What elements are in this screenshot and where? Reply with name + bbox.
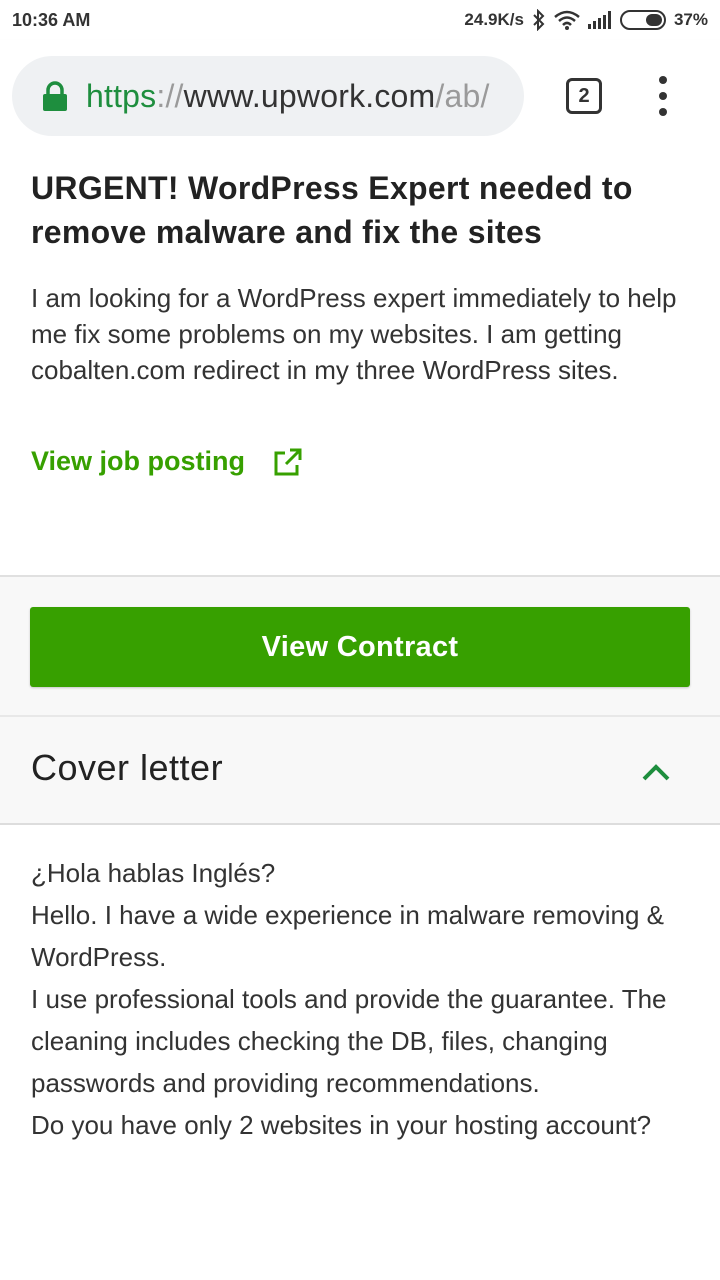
view-job-posting-link[interactable]: View job posting xyxy=(31,446,303,477)
lock-icon xyxy=(43,81,67,111)
cover-letter-line: I use professional tools and provide the… xyxy=(31,984,667,1098)
tab-switcher-button[interactable]: 2 xyxy=(566,78,602,114)
url-path: /ab/ xyxy=(435,77,490,114)
network-speed: 24.9K/s xyxy=(464,10,524,29)
contract-area: View Contract xyxy=(0,577,720,715)
cover-letter-line: Do you have only 2 websites in your host… xyxy=(31,1110,652,1140)
signal-icon xyxy=(587,11,611,29)
cover-letter-line: Hello. I have a wide experience in malwa… xyxy=(31,900,664,972)
url-scheme: https xyxy=(86,77,157,114)
status-icons: 24.9K/s 37% xyxy=(464,9,708,31)
url-host: www.upwork.com xyxy=(183,77,436,114)
browser-toolbar: https://www.upwork.com/ab/ 2 xyxy=(0,40,720,152)
battery-level: 37% xyxy=(673,10,708,29)
overflow-menu-icon[interactable] xyxy=(650,76,676,116)
cover-letter-line: ¿Hola hablas Inglés? xyxy=(31,858,276,888)
url-text: https://www.upwork.com/ab/ xyxy=(86,78,490,115)
cover-letter-header[interactable]: Cover letter xyxy=(0,717,720,823)
job-description: I am looking for a WordPress expert imme… xyxy=(31,283,677,385)
view-job-posting-label: View job posting xyxy=(31,446,246,476)
job-summary: URGENT! WordPress Expert needed to remov… xyxy=(0,152,720,576)
cover-letter-title: Cover letter xyxy=(31,747,224,788)
view-contract-button[interactable]: View Contract xyxy=(30,607,690,687)
bluetooth-icon xyxy=(533,9,545,31)
url-bar[interactable]: https://www.upwork.com/ab/ xyxy=(12,56,524,136)
job-title: URGENT! WordPress Expert needed to remov… xyxy=(31,170,633,250)
wifi-icon xyxy=(554,10,580,30)
divider xyxy=(0,823,720,825)
cover-letter-body: ¿Hola hablas Inglés? Hello. I have a wid… xyxy=(31,852,701,1146)
chevron-up-icon[interactable] xyxy=(640,757,672,789)
external-link-icon xyxy=(274,448,302,475)
battery-icon xyxy=(619,10,666,30)
status-time: 10:36 AM xyxy=(12,9,91,30)
url-separator: :// xyxy=(156,77,184,114)
status-bar: 10:36 AM 24.9K/s 37% xyxy=(0,0,720,40)
